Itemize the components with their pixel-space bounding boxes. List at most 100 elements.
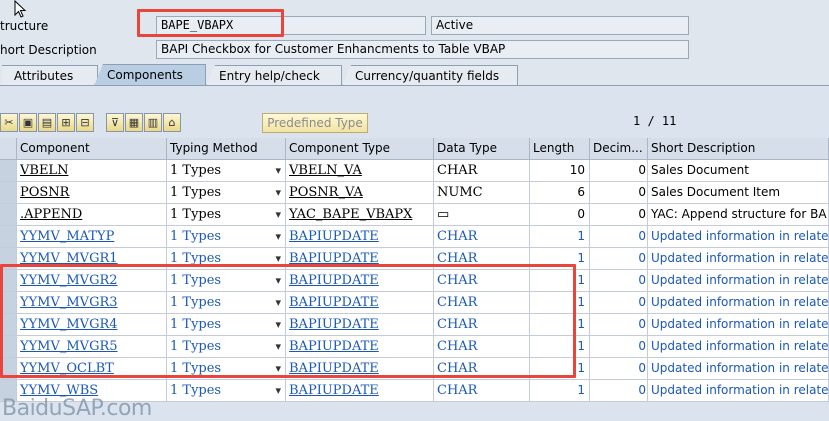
row-selector[interactable] (0, 270, 17, 292)
typing-method-select[interactable]: 1 Types (167, 160, 286, 182)
decimals-cell[interactable]: 0 (590, 226, 648, 248)
find-icon[interactable]: ⌂ (163, 113, 181, 132)
length-cell[interactable]: 1 (530, 358, 590, 380)
data-type-cell[interactable]: CHAR (434, 358, 530, 380)
row-selector[interactable] (0, 204, 17, 226)
data-type-cell[interactable]: CHAR (434, 248, 530, 270)
component-type-cell[interactable]: BAPIUPDATE (286, 314, 434, 336)
column-header-component[interactable]: Component (17, 138, 167, 160)
length-cell[interactable]: 6 (530, 182, 590, 204)
typing-method-select[interactable]: 1 Types (167, 292, 286, 314)
short-description-cell[interactable]: YAC: Append structure for BA (648, 204, 829, 226)
decimals-cell[interactable]: 0 (590, 204, 648, 226)
short-description-cell[interactable]: Updated information in relate (648, 314, 829, 336)
column-header-length[interactable]: Length (530, 138, 590, 160)
typing-method-select[interactable]: 1 Types (167, 380, 286, 402)
row-selector[interactable] (0, 160, 17, 182)
typing-method-select[interactable]: 1 Types (167, 314, 286, 336)
component-cell[interactable]: YYMV_MVGR2 (17, 270, 167, 292)
decimals-cell[interactable]: 0 (590, 270, 648, 292)
component-type-cell[interactable]: BAPIUPDATE (286, 292, 434, 314)
tab-components[interactable]: Components (94, 64, 206, 86)
short-description-cell[interactable]: Updated information in relate (648, 248, 829, 270)
data-type-cell[interactable]: CHAR (434, 160, 530, 182)
component-cell[interactable]: POSNR (17, 182, 167, 204)
typing-method-select[interactable]: 1 Types (167, 358, 286, 380)
column-header-short-description[interactable]: Short Description (648, 138, 829, 160)
component-cell[interactable]: YYMV_MVGR3 (17, 292, 167, 314)
delete-row-icon[interactable]: ⊟ (76, 113, 94, 132)
length-cell[interactable]: 1 (530, 270, 590, 292)
short-description-cell[interactable]: Sales Document (648, 160, 829, 182)
short-description-field[interactable]: BAPI Checkbox for Customer Enhancments t… (156, 40, 689, 59)
short-description-cell[interactable]: Updated information in relate (648, 358, 829, 380)
row-selector[interactable] (0, 248, 17, 270)
typing-method-select[interactable]: 1 Types (167, 182, 286, 204)
column-header-data-type[interactable]: Data Type (434, 138, 530, 160)
data-type-cell[interactable]: CHAR (434, 336, 530, 358)
component-cell[interactable]: .APPEND (17, 204, 167, 226)
row-selector[interactable] (0, 226, 17, 248)
length-cell[interactable]: 1 (530, 380, 590, 402)
row-selector[interactable] (0, 182, 17, 204)
column-header-component-type[interactable]: Component Type (286, 138, 434, 160)
component-cell[interactable]: YYMV_OCLBT (17, 358, 167, 380)
data-type-cell[interactable]: CHAR (434, 292, 530, 314)
tab-attributes[interactable]: Attributes (2, 65, 98, 86)
short-description-cell[interactable]: Sales Document Item (648, 182, 829, 204)
component-cell[interactable]: YYMV_MVGR5 (17, 336, 167, 358)
length-cell[interactable]: 1 (530, 336, 590, 358)
filter-icon[interactable]: ⊽ (106, 113, 124, 132)
typing-method-select[interactable]: 1 Types (167, 248, 286, 270)
decimals-cell[interactable]: 0 (590, 182, 648, 204)
decimals-cell[interactable]: 0 (590, 336, 648, 358)
component-type-cell[interactable]: VBELN_VA (286, 160, 434, 182)
data-type-cell[interactable]: CHAR (434, 314, 530, 336)
short-description-cell[interactable]: Updated information in relate (648, 270, 829, 292)
typing-method-select[interactable]: 1 Types (167, 270, 286, 292)
data-type-cell[interactable]: CHAR (434, 380, 530, 402)
data-type-cell[interactable]: ▭ (434, 204, 530, 226)
column-header-decimals[interactable]: Decim... (590, 138, 648, 160)
decimals-cell[interactable]: 0 (590, 292, 648, 314)
select-all-icon[interactable]: ▦ (125, 113, 143, 132)
length-cell[interactable]: 0 (530, 204, 590, 226)
component-cell[interactable]: YYMV_MATYP (17, 226, 167, 248)
structure-field[interactable]: BAPE_VBAPX (156, 16, 426, 35)
length-cell[interactable]: 1 (530, 226, 590, 248)
predefined-type-button[interactable]: Predefined Type (262, 113, 368, 133)
short-description-cell[interactable]: Updated information in relate (648, 336, 829, 358)
deselect-icon[interactable]: ▥ (144, 113, 162, 132)
component-type-cell[interactable]: BAPIUPDATE (286, 358, 434, 380)
row-selector-header[interactable] (0, 138, 17, 160)
component-cell[interactable]: YYMV_MVGR1 (17, 248, 167, 270)
component-type-cell[interactable]: BAPIUPDATE (286, 226, 434, 248)
tab-entry-help-check[interactable]: Entry help/check (206, 65, 342, 86)
length-cell[interactable]: 1 (530, 248, 590, 270)
decimals-cell[interactable]: 0 (590, 358, 648, 380)
data-type-cell[interactable]: NUMC (434, 182, 530, 204)
row-selector[interactable] (0, 336, 17, 358)
length-cell[interactable]: 10 (530, 160, 590, 182)
row-selector[interactable] (0, 358, 17, 380)
short-description-cell[interactable]: Updated information in relate (648, 292, 829, 314)
component-type-cell[interactable]: BAPIUPDATE (286, 336, 434, 358)
short-description-cell[interactable]: Updated information in relate (648, 226, 829, 248)
paste-icon[interactable]: ▤ (38, 113, 56, 132)
data-type-cell[interactable]: CHAR (434, 226, 530, 248)
decimals-cell[interactable]: 0 (590, 160, 648, 182)
component-type-cell[interactable]: POSNR_VA (286, 182, 434, 204)
length-cell[interactable]: 1 (530, 314, 590, 336)
short-description-cell[interactable]: Updated information in relate (648, 380, 829, 402)
column-header-typing-method[interactable]: Typing Method (167, 138, 286, 160)
tab-currency-quantity-fields[interactable]: Currency/quantity fields (342, 65, 518, 86)
cut-icon[interactable]: ✂ (0, 113, 18, 132)
component-type-cell[interactable]: BAPIUPDATE (286, 270, 434, 292)
component-cell[interactable]: YYMV_MVGR4 (17, 314, 167, 336)
row-selector[interactable] (0, 292, 17, 314)
component-type-cell[interactable]: BAPIUPDATE (286, 380, 434, 402)
data-type-cell[interactable]: CHAR (434, 270, 530, 292)
decimals-cell[interactable]: 0 (590, 314, 648, 336)
typing-method-select[interactable]: 1 Types (167, 336, 286, 358)
typing-method-select[interactable]: 1 Types (167, 226, 286, 248)
